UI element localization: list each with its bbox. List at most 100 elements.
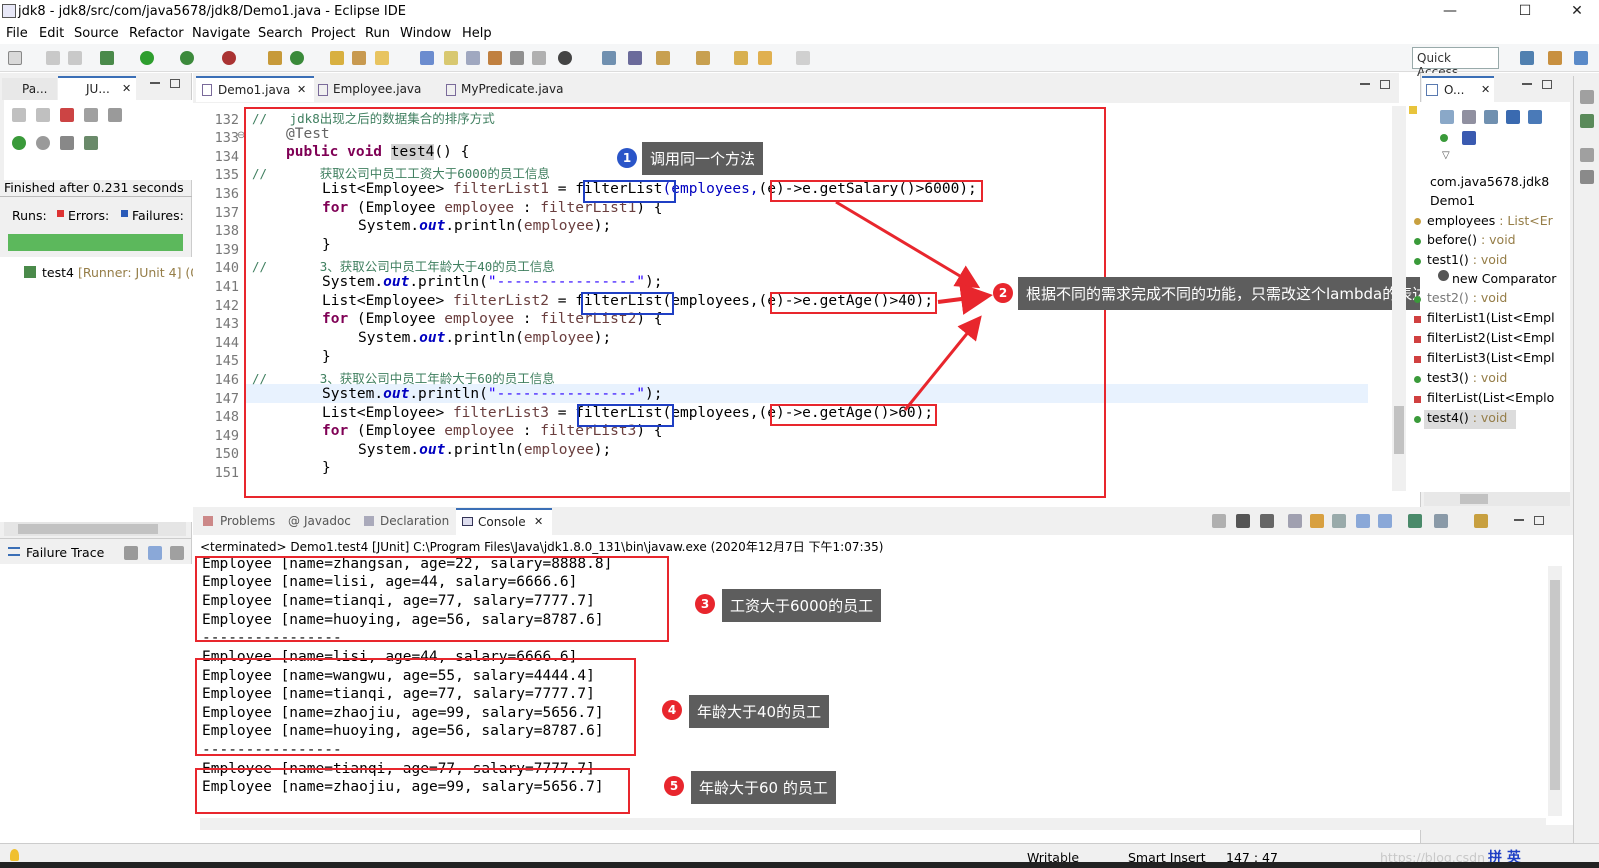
scrollbar-thumb[interactable]	[1394, 406, 1404, 454]
restore-icon[interactable]	[1580, 90, 1594, 104]
clear-console-icon[interactable]	[1288, 514, 1302, 528]
hide-local-icon[interactable]	[1528, 110, 1542, 124]
annotation-output-box-3	[195, 768, 630, 814]
outline-stack-icon[interactable]	[1580, 170, 1594, 184]
remove-all-icon[interactable]	[1260, 514, 1274, 528]
outline-icon	[1426, 84, 1438, 96]
field-icon	[1414, 218, 1421, 225]
outline-item[interactable]: filterList1(List<Empl	[1427, 310, 1567, 325]
outline-item-name: new Comparator	[1452, 271, 1557, 286]
outline-item-name: before()	[1427, 232, 1477, 247]
maximize-view-icon[interactable]	[1534, 516, 1544, 525]
tab-console-label: Console	[478, 515, 526, 529]
outline-item[interactable]: test1() : void	[1427, 252, 1567, 267]
lightbulb-icon[interactable]	[10, 849, 19, 861]
declaration-icon	[364, 516, 374, 526]
right-trim-stack	[1573, 76, 1599, 843]
outline-item-name: test2()	[1427, 290, 1469, 305]
sort-icon[interactable]	[1440, 110, 1454, 124]
callout-5: 年龄大于60 的员工	[691, 771, 836, 804]
chevron-down-icon[interactable]: ▽	[1442, 150, 1450, 161]
callout-4: 年龄大于40的员工	[689, 695, 830, 728]
tab-console[interactable]: Console ✕	[456, 508, 552, 535]
arrow-1	[835, 200, 981, 289]
outline-item[interactable]: filterList2(List<Empl	[1427, 330, 1567, 345]
tab-declaration-label: Declaration	[380, 514, 450, 528]
arrow-3	[903, 315, 982, 411]
anonymous-class-icon	[1438, 270, 1449, 281]
open-console-icon[interactable]	[1474, 514, 1488, 528]
tab-outline[interactable]: O... ✕	[1422, 76, 1494, 102]
tab-problems-label: Problems	[220, 514, 276, 528]
outline-item[interactable]: test3() : void	[1427, 370, 1567, 385]
scrollbar-thumb[interactable]	[1460, 494, 1488, 504]
minimize-view-icon[interactable]	[1522, 83, 1532, 85]
restore-icon[interactable]	[1580, 148, 1594, 162]
private-method-icon	[1414, 356, 1421, 363]
task-list-icon[interactable]	[1580, 114, 1594, 128]
link-editor-icon[interactable]	[1462, 131, 1476, 145]
minimize-view-icon[interactable]	[1514, 519, 1524, 521]
close-tab-icon[interactable]: ✕	[534, 515, 543, 528]
hide-static-icon[interactable]	[1484, 110, 1498, 124]
warning-marker-icon[interactable]	[1409, 106, 1417, 114]
show-on-output-icon[interactable]	[1356, 514, 1370, 528]
public-method-icon	[1414, 238, 1421, 245]
annotation-output-box-1	[195, 556, 669, 642]
outline-item-name: test1()	[1427, 252, 1469, 267]
close-tab-icon[interactable]: ✕	[1481, 83, 1490, 96]
tab-outline-label: O...	[1444, 83, 1465, 97]
remove-launch-icon[interactable]	[1236, 514, 1250, 528]
scrollbar-thumb[interactable]	[1550, 580, 1560, 790]
outline-item[interactable]: test2() : void	[1427, 290, 1567, 305]
tab-problems[interactable]: Problems	[203, 512, 283, 532]
console-vscrollbar[interactable]	[1548, 566, 1562, 816]
outline-item[interactable]: employees : List<Er	[1427, 213, 1567, 228]
console-hscrollbar[interactable]	[200, 818, 1546, 830]
outline-item[interactable]: filterList3(List<Empl	[1427, 350, 1567, 365]
callout-3: 工资大于6000的员工	[722, 589, 882, 622]
callout-number-1: 1	[617, 148, 637, 168]
outline-item-name: test3()	[1427, 370, 1469, 385]
callout-1: 调用同一个方法	[642, 142, 764, 175]
callout-number-3: 3	[695, 594, 715, 614]
outline-class[interactable]: Demo1	[1430, 193, 1475, 208]
tab-javadoc-label: Javadoc	[304, 514, 351, 528]
maximize-view-icon[interactable]	[1542, 80, 1552, 89]
outline-hscrollbar[interactable]	[1424, 492, 1570, 506]
public-method-icon	[1414, 258, 1421, 265]
scroll-lock-icon[interactable]	[1310, 514, 1324, 528]
outline-item-selected[interactable]: test4() : void	[1427, 410, 1567, 425]
hide-nonpublic-icon[interactable]	[1506, 110, 1520, 124]
tab-declaration[interactable]: Declaration	[364, 512, 454, 532]
hide-fields-icon[interactable]	[1462, 110, 1476, 124]
outline-item-type: : void	[1476, 232, 1516, 247]
arrow-2	[937, 283, 993, 315]
public-method-icon	[1414, 416, 1421, 423]
callout-number-5: 5	[664, 776, 684, 796]
editor-vscrollbar[interactable]	[1392, 106, 1406, 491]
green-dot-icon	[1440, 134, 1448, 142]
public-method-icon	[1414, 376, 1421, 383]
outline-item[interactable]: filterList(List<Emplo	[1427, 390, 1567, 405]
display-console-icon[interactable]	[1434, 514, 1448, 528]
show-on-error-icon[interactable]	[1378, 514, 1392, 528]
outline-item-name: filterList(List<Emplo	[1427, 390, 1555, 405]
tab-javadoc[interactable]: @ Javadoc	[288, 512, 358, 532]
private-method-icon	[1414, 336, 1421, 343]
callout-number-4: 4	[662, 700, 682, 720]
outline-item[interactable]: new Comparator	[1452, 271, 1567, 286]
outline-item-name: filterList1(List<Empl	[1427, 310, 1555, 325]
callout-number-2: 2	[993, 283, 1013, 303]
outline-item-type: : List<Er	[1495, 213, 1553, 228]
pin-console-icon[interactable]	[1408, 514, 1422, 528]
outline-package[interactable]: com.java5678.jdk8	[1430, 174, 1549, 189]
outline-item[interactable]: before() : void	[1427, 232, 1567, 247]
outline-item-name: employees	[1427, 213, 1496, 228]
private-method-icon	[1414, 396, 1421, 403]
outline-item-type: : void	[1468, 252, 1508, 267]
word-wrap-icon[interactable]	[1332, 514, 1346, 528]
outline-item-type: : void	[1468, 290, 1508, 305]
terminate-icon[interactable]	[1212, 514, 1226, 528]
outline-item-name: filterList2(List<Empl	[1427, 330, 1555, 345]
